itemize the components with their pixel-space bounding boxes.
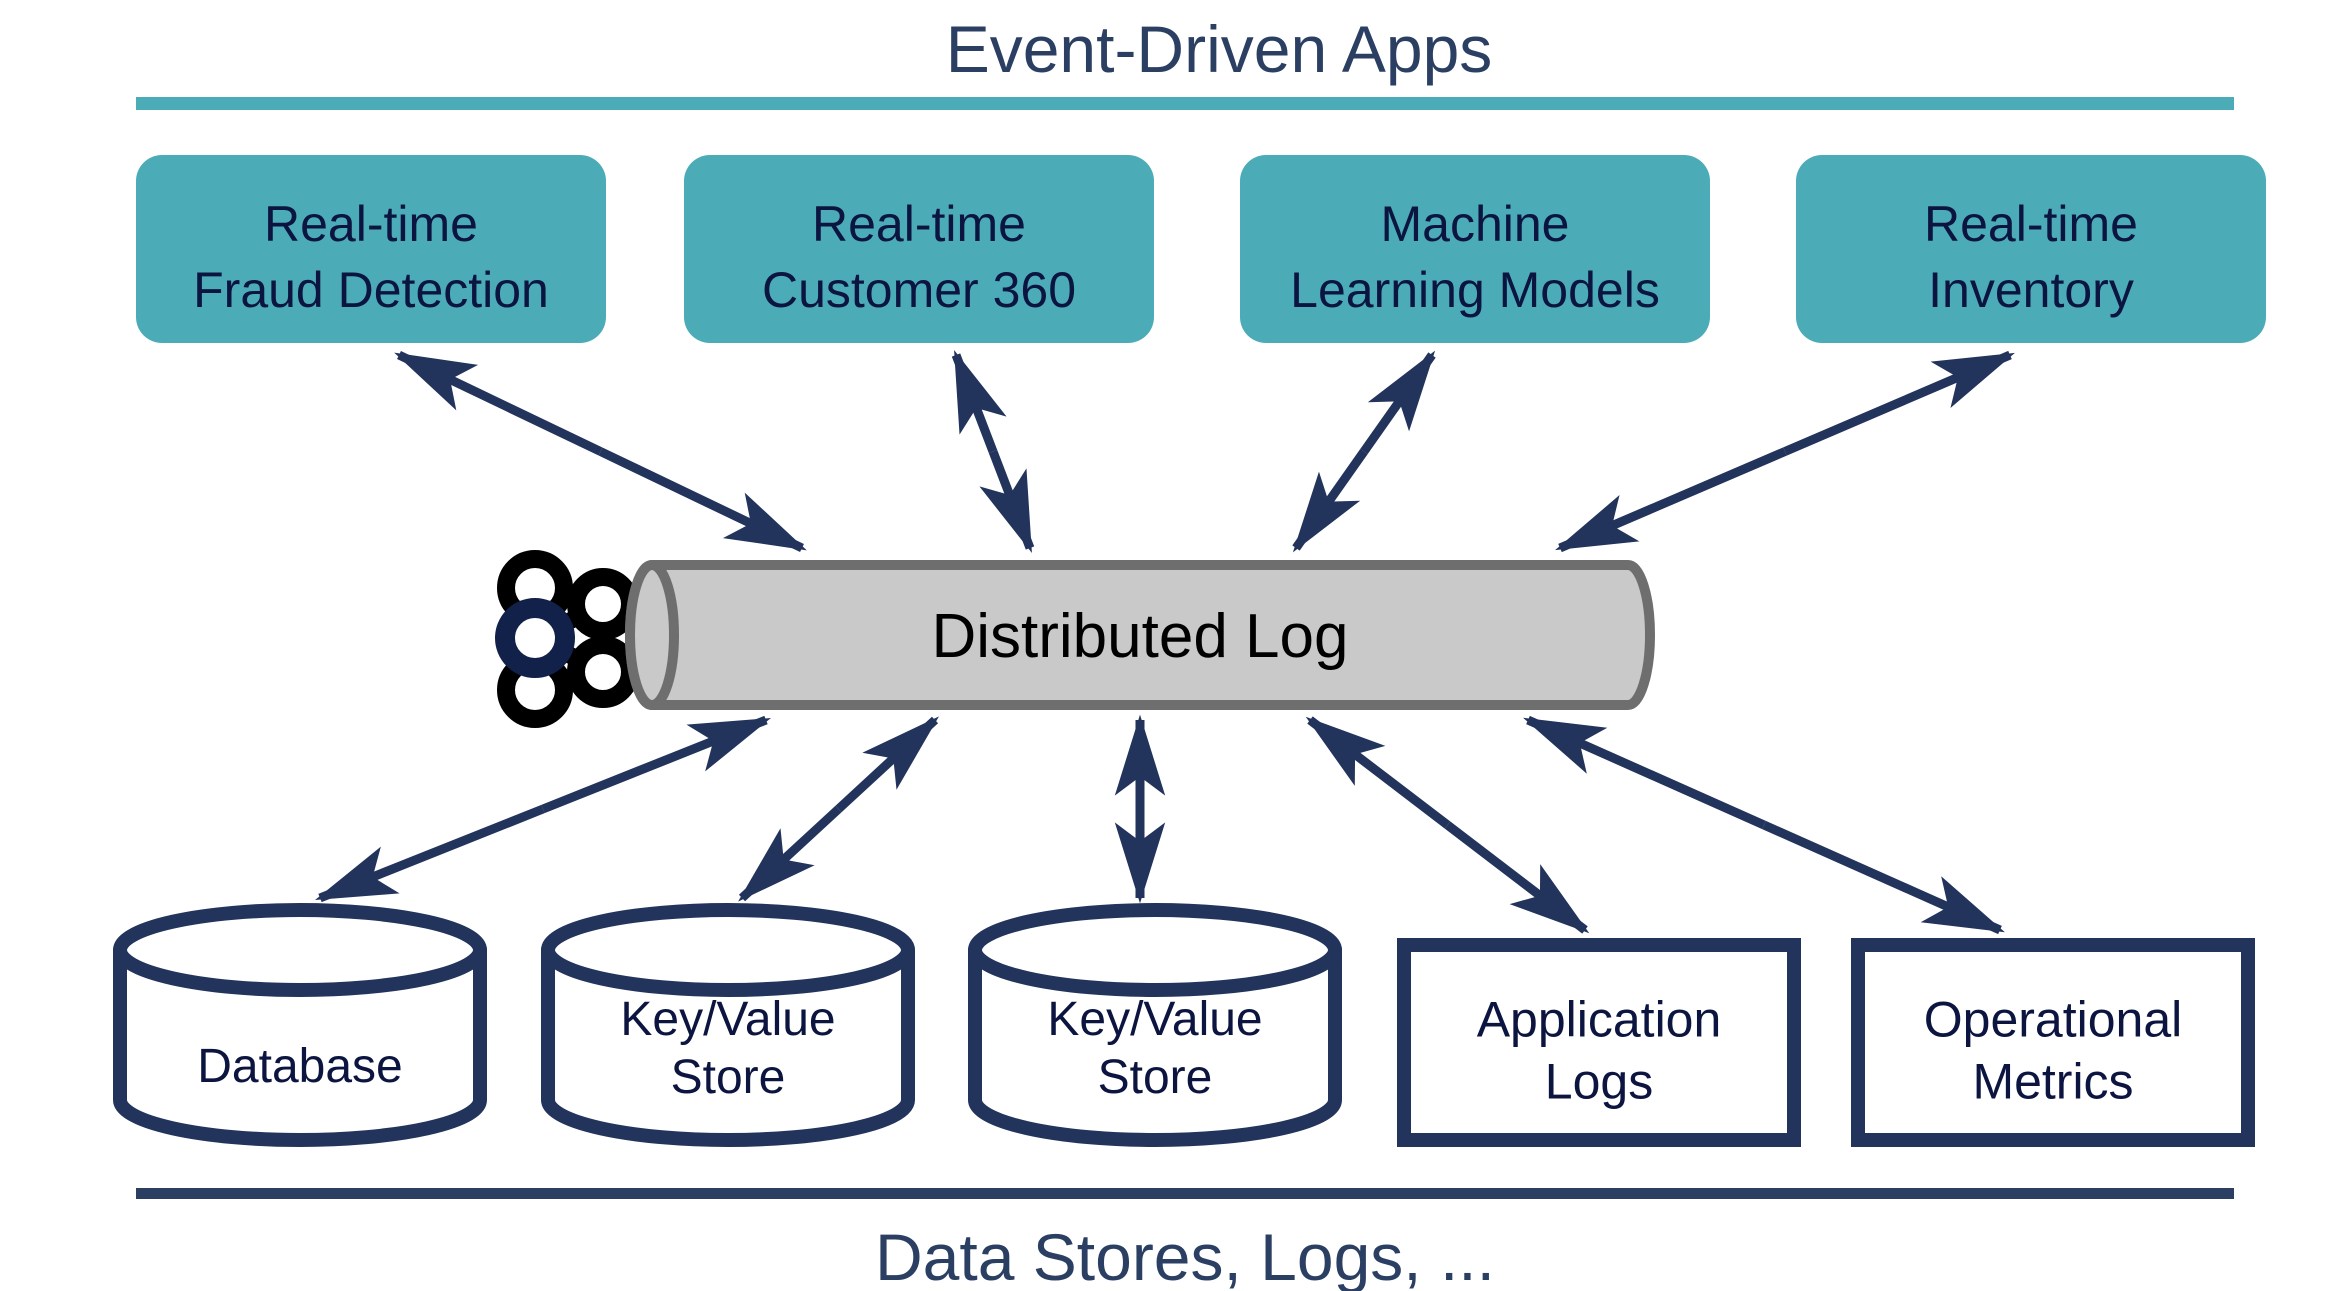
store-label-line1: Key/Value (1047, 993, 1262, 1046)
store-label-line1: Database (197, 1040, 402, 1093)
event-driven-architecture-diagram: Event-Driven Apps Real-time Fraud Detecti… (113, 12, 2266, 1291)
cylinder-top-ellipse (113, 903, 487, 997)
app-box-inventory[interactable]: Real-time Inventory (1796, 155, 2266, 343)
data-store-keyvalue-store-1[interactable]: Key/ValueStore (541, 903, 915, 1147)
app-box-label-line2: Inventory (1928, 262, 2134, 318)
cylinder-top-ellipse (541, 903, 915, 997)
connector-log-to-keyvalue-1 (738, 716, 939, 902)
data-store-application-logs[interactable]: Application Logs (1397, 938, 1801, 1147)
page-title: Event-Driven Apps (946, 12, 1493, 86)
data-store-keyvalue-store-2[interactable]: Key/ValueStore (968, 903, 1342, 1147)
app-box-label-line1: Machine (1381, 196, 1570, 252)
footer-title: Data Stores, Logs, ... (875, 1220, 1495, 1291)
header-divider-rule (136, 97, 2234, 110)
connector-log-to-inventory (1555, 350, 2015, 553)
app-box-label-line1: Real-time (264, 196, 478, 252)
app-box-customer-360[interactable]: Real-time Customer 360 (684, 155, 1154, 343)
store-label-line1: Operational (1924, 992, 2183, 1048)
store-label-line2: Logs (1545, 1054, 1653, 1110)
app-box-label-line1: Real-time (812, 196, 1026, 252)
cylinder-top-ellipse (968, 903, 1342, 997)
connector-log-to-ml-models (1292, 350, 1436, 553)
store-label-line1: Key/Value (620, 993, 835, 1046)
diagram-canvas: Event-Driven Apps Real-time Fraud Detecti… (0, 0, 2348, 1291)
data-stores-group: DatabaseKey/ValueStoreKey/ValueStoreAppl… (113, 903, 2255, 1147)
data-store-database[interactable]: Database (113, 903, 487, 1147)
store-label-line2: Store (1098, 1051, 1213, 1104)
connector-log-to-fraud-detection (394, 350, 807, 553)
store-label-line2: Metrics (1972, 1054, 2133, 1110)
app-box-label-line2: Learning Models (1290, 262, 1660, 318)
connector-log-to-customer-360 (951, 349, 1035, 554)
app-box-fraud-detection[interactable]: Real-time Fraud Detection (136, 155, 606, 343)
connector-log-to-application-logs (1305, 716, 1590, 934)
store-label-line2: Store (671, 1051, 786, 1104)
event-driven-apps-group: Real-time Fraud Detection Real-time Custome… (136, 155, 2266, 343)
app-box-label-line2: Fraud Detection (193, 262, 549, 318)
app-box-ml-models[interactable]: Machine Learning Models (1240, 155, 1710, 343)
data-store-operational-metrics[interactable]: Operational Metrics (1851, 938, 2255, 1147)
connectors-apps-to-log (394, 349, 2015, 554)
store-label-line1: Application (1477, 992, 1722, 1048)
kafka-logo-icon (495, 550, 639, 728)
footer-divider-rule (136, 1188, 2234, 1199)
distributed-log-label: Distributed Log (931, 602, 1348, 671)
connector-log-to-database (314, 715, 772, 903)
app-box-label-line2: Customer 360 (762, 262, 1076, 318)
connectors-log-to-stores (314, 714, 2005, 935)
log-cylinder-left-cap (625, 560, 679, 710)
app-box-label-line1: Real-time (1924, 196, 2138, 252)
connector-log-to-operational-metrics (1523, 715, 2005, 935)
